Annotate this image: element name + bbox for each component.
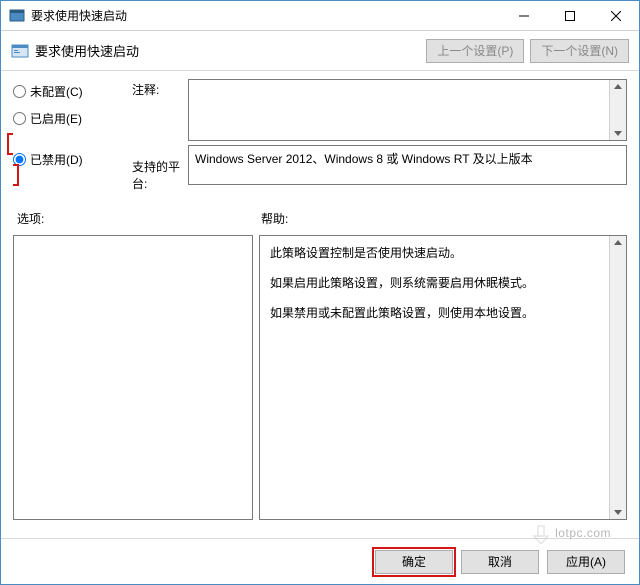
section-labels: 选项: 帮助: [13,210,627,227]
radio-not-configured-input[interactable] [13,85,26,98]
radio-disabled-highlight: 已禁用(D) [7,133,128,186]
radio-disabled-label: 已禁用(D) [30,151,83,168]
comment-label: 注释: [132,81,188,98]
titlebar: 要求使用快速启动 [1,1,639,31]
next-setting-button[interactable]: 下一个设置(N) [530,39,629,63]
comment-content [189,80,609,140]
help-content: 此策略设置控制是否使用快速启动。 如果启用此策略设置，则系统需要启用休眠模式。 … [260,236,609,519]
footer: 确定 取消 应用(A) [1,538,639,584]
window-controls [501,1,639,30]
policy-title: 要求使用快速启动 [35,41,420,60]
radio-enabled[interactable]: 已启用(E) [13,110,128,127]
panes: 此策略设置控制是否使用快速启动。 如果启用此策略设置，则系统需要启用休眠模式。 … [13,235,627,520]
radio-enabled-input[interactable] [13,112,26,125]
help-label: 帮助: [261,210,288,227]
radio-enabled-label: 已启用(E) [30,110,82,127]
app-icon [9,8,25,24]
apply-button[interactable]: 应用(A) [547,550,625,574]
body: 未配置(C) 已启用(E) 已禁用(D) 注释: 支持的平台: [1,71,639,528]
help-scrollbar[interactable] [609,236,626,519]
radio-disabled[interactable]: 已禁用(D) [13,151,128,168]
policy-icon [11,42,29,60]
help-p3: 如果禁用或未配置此策略设置，则使用本地设置。 [270,304,599,322]
close-button[interactable] [593,1,639,30]
supported-platform-text: Windows Server 2012、Windows 8 或 Windows … [195,152,533,166]
right-column: Windows Server 2012、Windows 8 或 Windows … [188,79,627,192]
options-label: 选项: [13,210,261,227]
maximize-button[interactable] [547,1,593,30]
help-p2: 如果启用此策略设置，则系统需要启用休眠模式。 [270,274,599,292]
window-title: 要求使用快速启动 [31,7,501,24]
dialog-window: 要求使用快速启动 要求使用快速启动 上一个设置(P) 下一个设置(N) 未配置(… [0,0,640,585]
comment-textarea[interactable] [188,79,627,141]
toolbar: 要求使用快速启动 上一个设置(P) 下一个设置(N) [1,31,639,71]
scrollbar-vertical[interactable] [609,80,626,140]
prev-setting-button[interactable]: 上一个设置(P) [426,39,524,63]
supported-platform-box: Windows Server 2012、Windows 8 或 Windows … [188,145,627,185]
mid-labels: 注释: 支持的平台: [128,79,188,192]
ok-button[interactable]: 确定 [375,550,453,574]
radio-disabled-input[interactable] [13,153,26,166]
platform-label: 支持的平台: [132,158,188,192]
help-pane: 此策略设置控制是否使用快速启动。 如果启用此策略设置，则系统需要启用休眠模式。 … [259,235,627,520]
help-p1: 此策略设置控制是否使用快速启动。 [270,244,599,262]
radio-not-configured[interactable]: 未配置(C) [13,83,128,100]
radio-group: 未配置(C) 已启用(E) 已禁用(D) [13,79,128,192]
config-row: 未配置(C) 已启用(E) 已禁用(D) 注释: 支持的平台: [13,79,627,192]
minimize-button[interactable] [501,1,547,30]
radio-not-configured-label: 未配置(C) [30,83,83,100]
options-pane[interactable] [13,235,253,520]
options-content [14,236,252,519]
cancel-button[interactable]: 取消 [461,550,539,574]
